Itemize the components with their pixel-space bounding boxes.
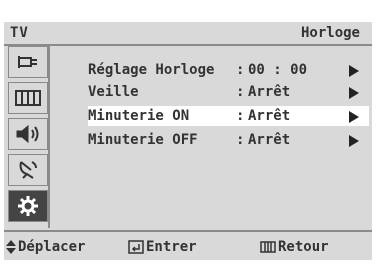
enter-hint: Entrer — [128, 239, 197, 255]
move-hint-label: Déplacer — [18, 239, 86, 255]
separator: : — [236, 108, 245, 124]
input-icon[interactable] — [8, 46, 48, 78]
picture-icon[interactable] — [8, 82, 48, 114]
enter-hint-label: Entrer — [146, 239, 197, 255]
sound-icon[interactable] — [8, 118, 48, 150]
enter-icon — [128, 240, 144, 254]
menu-item-value: Arrêt — [248, 84, 291, 100]
speaker-shape — [16, 124, 39, 144]
setup-gear-icon[interactable] — [8, 190, 48, 222]
footer-bar: Déplacer Entrer Retour — [4, 230, 372, 260]
return-menu-icon — [260, 241, 276, 253]
separator: : — [236, 84, 245, 100]
plug-shape — [18, 56, 37, 68]
back-hint: Retour — [260, 239, 329, 255]
move-hint: Déplacer — [6, 239, 85, 255]
picture-shape — [15, 90, 41, 106]
menu-item-label: Minuterie ON — [88, 108, 190, 124]
menu-item-label: Réglage Horloge — [88, 62, 215, 78]
separator: : — [236, 132, 245, 148]
menu-item-value: 00 : 00 — [248, 62, 308, 78]
menu-item-label: Minuterie OFF — [88, 132, 198, 148]
menu-item-veille[interactable]: Veille : Arrêt — [88, 82, 369, 102]
arrow-right-icon — [349, 135, 359, 147]
tv-label: TV — [10, 25, 29, 41]
back-hint-label: Retour — [278, 239, 329, 255]
arrow-right-icon — [349, 65, 359, 77]
category-sidebar — [8, 46, 48, 228]
up-down-icon — [6, 240, 16, 254]
gear-shape — [18, 196, 38, 216]
menu-item-minuterie-off[interactable]: Minuterie OFF : Arrêt — [88, 130, 369, 150]
separator: : — [236, 62, 245, 78]
menu-item-reglage-horloge[interactable]: Réglage Horloge : 00 : 00 — [88, 60, 369, 80]
menu-item-value: Arrêt — [248, 108, 291, 124]
page-title: Horloge — [300, 25, 360, 41]
arrow-right-icon — [349, 87, 359, 99]
header-bar: TV Horloge — [4, 22, 372, 46]
antenna-shape — [19, 161, 37, 179]
menu-item-value: Arrêt — [248, 132, 291, 148]
arrow-right-icon — [349, 111, 359, 123]
settings-menu: Réglage Horloge : 00 : 00 Veille : Arrêt… — [48, 46, 369, 228]
channel-antenna-icon[interactable] — [8, 154, 48, 186]
menu-item-minuterie-on[interactable]: Minuterie ON : Arrêt — [88, 106, 369, 126]
menu-item-label: Veille — [88, 84, 139, 100]
